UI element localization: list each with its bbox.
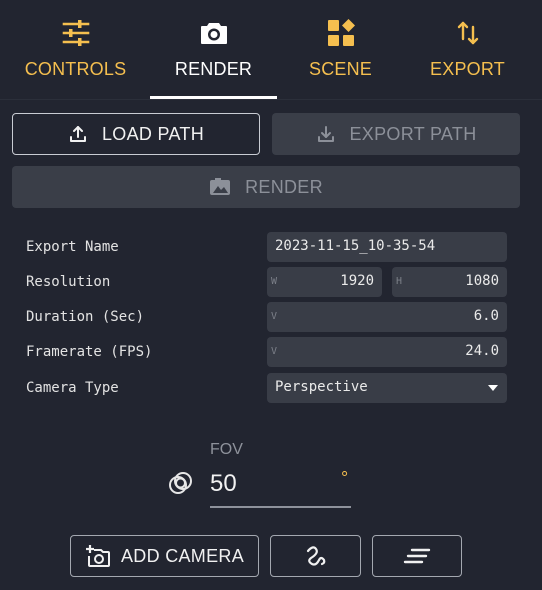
tab-render[interactable]: RENDER <box>146 0 281 100</box>
tab-bar: CONTROLS RENDER SCENE EXPORT <box>0 0 542 100</box>
gesture-icon <box>306 546 325 566</box>
fov-unit: ° <box>341 468 349 488</box>
height-prefix: H <box>396 276 403 287</box>
resolution-width-value: 1920 <box>340 273 374 289</box>
export-path-button[interactable]: EXPORT PATH <box>272 113 520 155</box>
add-camera-button[interactable]: ADD CAMERA <box>70 535 259 577</box>
tab-controls-label: CONTROLS <box>24 59 127 79</box>
tab-scene[interactable]: SCENE <box>273 0 408 100</box>
fov-input-underline <box>210 506 351 508</box>
load-path-label: LOAD PATH <box>101 123 205 144</box>
tab-export-label: EXPORT <box>430 59 505 79</box>
resolution-width-field[interactable]: W 1920 <box>267 267 382 297</box>
add-camera-label: ADD CAMERA <box>120 545 244 566</box>
fov-label: FOV <box>210 441 243 458</box>
swap-vertical-icon <box>457 21 478 45</box>
lens-rings-icon <box>169 472 192 494</box>
resolution-height-field[interactable]: H 1080 <box>392 267 507 297</box>
load-path-button[interactable]: LOAD PATH <box>12 113 260 155</box>
add-camera-icon <box>85 545 110 567</box>
tab-divider <box>0 99 542 100</box>
duration-prefix: V <box>271 311 278 322</box>
render-label: RENDER <box>245 176 323 197</box>
framerate-value: 24.0 <box>465 343 499 359</box>
framerate-field[interactable]: V 24.0 <box>267 337 507 367</box>
export-path-label: EXPORT PATH <box>349 123 477 144</box>
duration-label: Duration (Sec) <box>26 309 145 325</box>
duration-value: 6.0 <box>473 308 499 324</box>
upload-icon <box>69 126 86 142</box>
resolution-height-value: 1080 <box>465 273 499 289</box>
fov-input[interactable]: 50 <box>210 470 237 498</box>
export-name-label: Export Name <box>26 239 119 255</box>
sort-options-button[interactable] <box>372 535 462 577</box>
video-camera-icon <box>210 178 231 195</box>
sliders-icon <box>62 20 89 46</box>
tab-export[interactable]: EXPORT <box>400 0 535 100</box>
resolution-label: Resolution <box>26 274 111 290</box>
tab-controls[interactable]: CONTROLS <box>8 0 143 100</box>
export-name-value: 2023-11-15_10-35-54 <box>275 238 436 254</box>
download-icon <box>317 126 334 142</box>
render-button[interactable]: RENDER <box>12 166 520 208</box>
widgets-icon <box>327 19 355 46</box>
chevron-down-icon <box>488 385 498 391</box>
path-curve-button[interactable] <box>270 535 361 577</box>
framerate-prefix: V <box>271 346 278 357</box>
tab-render-label: RENDER <box>174 59 253 79</box>
framerate-label: Framerate (FPS) <box>26 344 153 360</box>
camera-type-value: Perspective <box>275 379 368 395</box>
export-name-field[interactable]: 2023-11-15_10-35-54 <box>267 232 507 262</box>
camera-type-select[interactable]: Perspective <box>267 373 507 403</box>
width-prefix: W <box>271 276 278 287</box>
tab-scene-label: SCENE <box>308 59 372 79</box>
camera-type-label: Camera Type <box>26 380 119 396</box>
camera-icon <box>200 23 227 44</box>
render-panel: CONTROLS RENDER SCENE EXPORT LOAD PATH E… <box>0 0 542 590</box>
sort-lines-icon <box>403 548 431 564</box>
duration-field[interactable]: V 6.0 <box>267 302 507 332</box>
